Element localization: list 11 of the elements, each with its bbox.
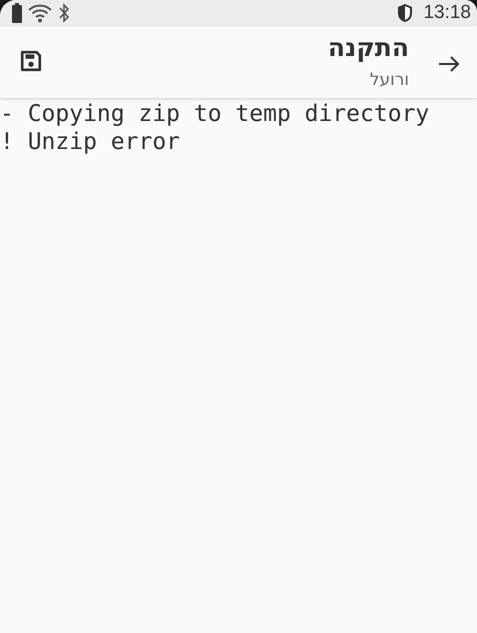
- save-icon: [20, 50, 42, 72]
- toolbar-subtitle: ורועל: [370, 69, 409, 92]
- save-button[interactable]: [20, 50, 42, 72]
- toolbar-title: התקנה: [328, 32, 409, 64]
- shield-icon: [397, 3, 414, 23]
- bluetooth-icon: [58, 3, 70, 23]
- log-line: ! Unzip error: [0, 128, 182, 156]
- battery-icon: [12, 3, 22, 23]
- wifi-icon: [28, 3, 52, 23]
- clock-time: 13:18: [423, 2, 471, 24]
- log-line: - Copying zip to temp directory: [0, 100, 430, 128]
